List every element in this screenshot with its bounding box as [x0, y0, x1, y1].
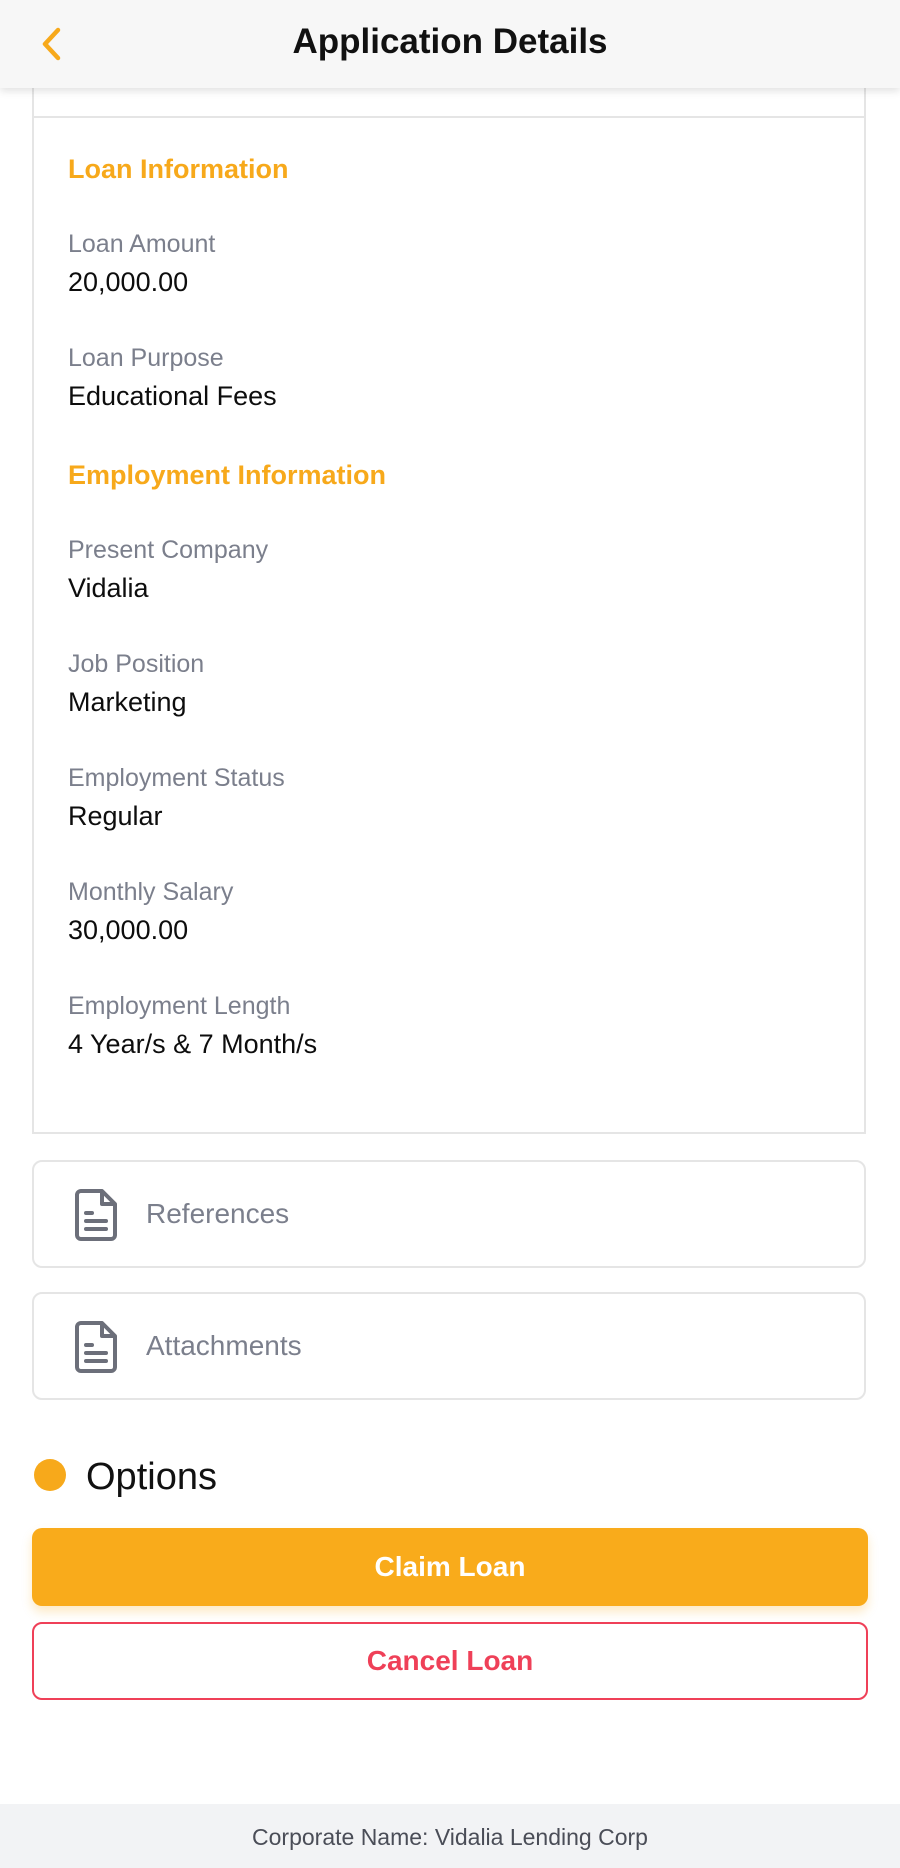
options-title: Options: [86, 1456, 217, 1498]
page-title: Application Details: [292, 22, 608, 61]
present-company-value: Vidalia: [68, 573, 149, 603]
employment-information-title: Employment Information: [68, 460, 387, 490]
card-divider: [34, 116, 864, 118]
cancel-loan-button[interactable]: Cancel Loan: [32, 1622, 868, 1700]
document-icon: [75, 1321, 117, 1373]
loan-amount-value: 20,000.00: [68, 267, 189, 297]
loan-amount-label: Loan Amount: [68, 230, 216, 258]
job-position-value: Marketing: [68, 687, 187, 717]
application-info-card: Loan Information Loan Amount 20,000.00 L…: [32, 60, 866, 1134]
employment-status-value: Regular: [68, 801, 163, 831]
present-company-label: Present Company: [68, 536, 269, 564]
attachments-accordion[interactable]: Attachments: [32, 1292, 866, 1400]
monthly-salary-value: 30,000.00: [68, 915, 189, 945]
app-header: Application Details: [0, 0, 900, 88]
document-icon: [75, 1189, 117, 1241]
loan-purpose-value: Educational Fees: [68, 381, 277, 411]
attachments-label: Attachments: [146, 1330, 302, 1361]
employment-status-label: Employment Status: [68, 764, 285, 792]
employment-length-label: Employment Length: [68, 992, 291, 1020]
references-label: References: [146, 1198, 290, 1229]
references-accordion[interactable]: References: [32, 1160, 866, 1268]
monthly-salary-label: Monthly Salary: [68, 878, 234, 906]
loan-purpose-label: Loan Purpose: [68, 344, 224, 372]
job-position-label: Job Position: [68, 650, 205, 678]
employment-length-value: 4 Year/s & 7 Month/s: [68, 1029, 318, 1059]
options-bullet: [34, 1459, 66, 1491]
corporate-name-text: Corporate Name: Vidalia Lending Corp: [252, 1824, 648, 1850]
footer: Corporate Name: Vidalia Lending Corp: [0, 1804, 900, 1868]
claim-loan-button[interactable]: Claim Loan: [32, 1528, 868, 1606]
loan-information-title: Loan Information: [68, 154, 289, 184]
